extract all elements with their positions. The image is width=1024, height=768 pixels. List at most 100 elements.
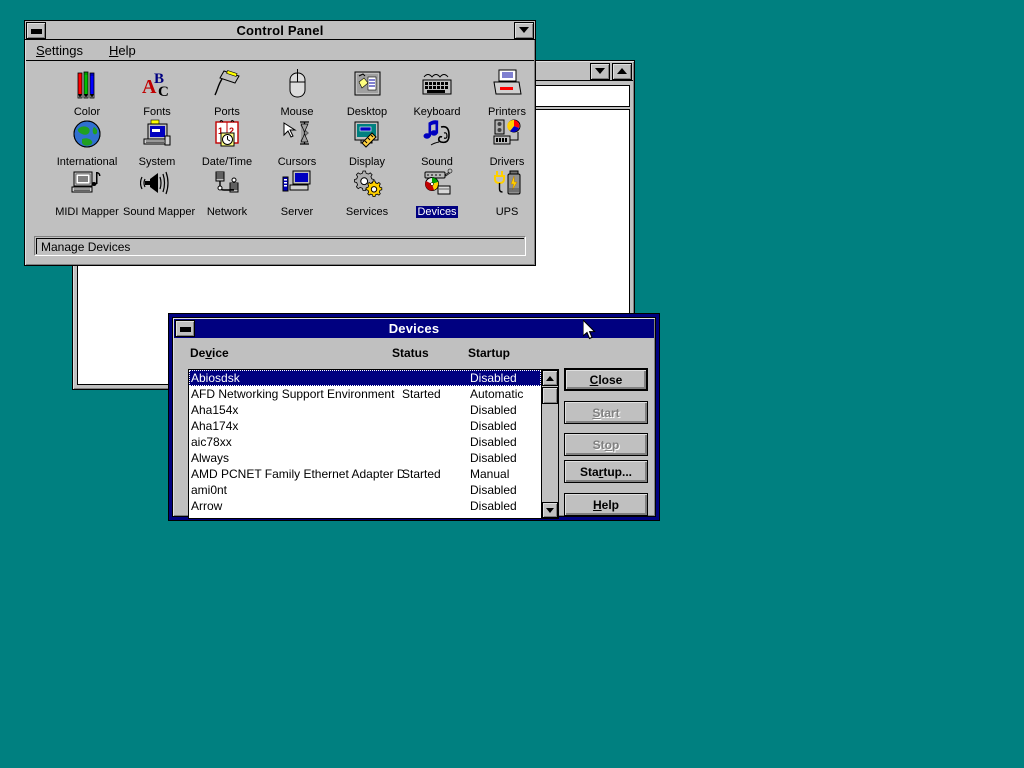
drivers-icon [472, 115, 542, 151]
cp-icon-ports[interactable]: Ports [192, 65, 262, 120]
control-panel-restore-button[interactable] [514, 22, 534, 39]
start-button[interactable]: Start [564, 401, 648, 424]
control-panel-icon-grid: Color A B C Fonts [26, 61, 534, 225]
column-header-device[interactable]: Device [190, 346, 229, 360]
cp-icon-midi-mapper[interactable]: MIDI Mapper [52, 165, 122, 220]
scrollbar-down-button[interactable] [542, 502, 558, 518]
cp-icon-label: Sound Mapper [122, 206, 196, 218]
cp-icon-international[interactable]: International [52, 115, 122, 170]
control-panel-title: Control Panel [47, 21, 513, 40]
device-status-cell: Started [402, 386, 470, 402]
device-status-cell: Started [402, 466, 470, 482]
cp-icon-server[interactable]: Server [262, 165, 332, 220]
ports-connector-icon [192, 65, 262, 101]
display-icon [332, 115, 402, 151]
device-row[interactable]: ami0ntDisabled [189, 482, 541, 498]
sound-mapper-icon [122, 165, 192, 201]
device-startup-cell: Disabled [470, 498, 517, 514]
devices-titlebar[interactable]: Devices [174, 319, 654, 338]
printer-icon [472, 65, 542, 101]
services-gears-icon [332, 165, 402, 201]
calendar-clock-icon: 1 2 [192, 115, 262, 151]
device-startup-cell: Automatic [470, 386, 523, 402]
control-panel-window[interactable]: Control Panel Settings Help [24, 20, 536, 266]
scrollbar-up-button[interactable] [542, 370, 558, 386]
control-panel-status-bar: Manage Devices [34, 236, 526, 256]
device-row[interactable]: aic78xx Disabled [189, 434, 541, 450]
scrollbar-thumb[interactable] [542, 387, 558, 404]
cp-icon-desktop[interactable]: Desktop [332, 65, 402, 120]
mouse-icon [262, 65, 332, 101]
cp-icon-label: Devices [416, 206, 457, 218]
control-panel-menubar[interactable]: Settings Help [26, 41, 534, 61]
device-row[interactable]: AbiosdskDisabled [189, 370, 541, 386]
column-header-status[interactable]: Status [392, 346, 429, 360]
cp-icon-devices[interactable]: Devices [402, 165, 472, 220]
device-row[interactable]: AMD PCNET Family Ethernet Adapter DriveS… [189, 466, 541, 482]
device-row[interactable]: AlwaysDisabled [189, 450, 541, 466]
background-maximize-button[interactable] [612, 63, 632, 80]
cp-icon-label: MIDI Mapper [54, 206, 120, 218]
stop-button[interactable]: Stop [564, 433, 648, 456]
cp-icon-ups[interactable]: UPS [472, 165, 542, 220]
cp-icon-services[interactable]: Services [332, 165, 402, 220]
help-button[interactable]: Help [564, 493, 648, 516]
cp-icon-datetime[interactable]: 1 2 Date/Time [192, 115, 262, 170]
devices-list-rows[interactable]: AbiosdskDisabledAFD Networking Support E… [189, 370, 541, 518]
device-startup-cell: Disabled [470, 370, 517, 386]
menu-settings[interactable]: Settings [34, 42, 85, 59]
devices-system-menu-button[interactable] [175, 320, 195, 337]
cp-icon-keyboard[interactable]: Keyboard [402, 65, 472, 120]
cp-icon-label: Server [280, 206, 314, 218]
cp-icon-sound-mapper[interactable]: Sound Mapper [122, 165, 192, 220]
device-startup-cell: Disabled [470, 418, 517, 434]
device-name-cell: aic78xx [191, 434, 404, 450]
cp-icon-label: Network [206, 206, 248, 218]
cp-icon-system[interactable]: System [122, 115, 192, 170]
keyboard-icon [402, 65, 472, 101]
devices-column-headers: Device Status Startup [174, 346, 654, 364]
device-name-cell: AFD Networking Support Environment [191, 386, 404, 402]
cursors-icon [262, 115, 332, 151]
cp-icon-sound[interactable]: Sound [402, 115, 472, 170]
device-row[interactable]: AFD Networking Support EnvironmentStarte… [189, 386, 541, 402]
sound-ear-icon [402, 115, 472, 151]
cp-icon-label: UPS [495, 206, 520, 218]
devices-dialog[interactable]: Devices Device Status Startup AbiosdskDi… [168, 313, 660, 521]
device-name-cell: AMD PCNET Family Ethernet Adapter Drive [191, 466, 404, 482]
device-row[interactable]: Aha174xDisabled [189, 418, 541, 434]
cp-icon-color[interactable]: Color [52, 65, 122, 120]
background-minimize-button[interactable] [590, 63, 610, 80]
device-startup-cell: Disabled [470, 450, 517, 466]
desktop-icon [332, 65, 402, 101]
cp-icon-display[interactable]: Display [332, 115, 402, 170]
device-name-cell: Arrow [191, 498, 404, 514]
network-icon [192, 165, 262, 201]
device-startup-cell: Disabled [470, 402, 517, 418]
startup-button[interactable]: Startup... [564, 460, 648, 483]
devices-list-scrollbar[interactable] [541, 370, 558, 518]
control-panel-system-menu-button[interactable] [26, 22, 46, 39]
close-button[interactable]: Close [564, 368, 648, 391]
globe-icon [52, 115, 122, 151]
midi-mapper-icon [52, 165, 122, 201]
status-text: Manage Devices [41, 240, 130, 254]
device-name-cell: ami0nt [191, 482, 404, 498]
device-row[interactable]: Arrow Disabled [189, 498, 541, 514]
computer-icon [122, 115, 192, 151]
device-startup-cell: Disabled [470, 434, 517, 450]
cp-icon-printers[interactable]: Printers [472, 65, 542, 120]
device-row[interactable]: Aha154xDisabled [189, 402, 541, 418]
cp-icon-cursors[interactable]: Cursors [262, 115, 332, 170]
menu-help[interactable]: Help [107, 42, 138, 59]
cp-icon-drivers[interactable]: Drivers [472, 115, 542, 170]
cp-icon-network[interactable]: Network [192, 165, 262, 220]
cp-icon-fonts[interactable]: A B C Fonts [122, 65, 192, 120]
server-icon [262, 165, 332, 201]
devices-list[interactable]: AbiosdskDisabledAFD Networking Support E… [188, 369, 559, 519]
cp-icon-mouse[interactable]: Mouse [262, 65, 332, 120]
column-header-startup[interactable]: Startup [468, 346, 510, 360]
cp-icon-label: Services [345, 206, 389, 218]
control-panel-titlebar[interactable]: Control Panel [25, 21, 535, 40]
devices-icon [402, 165, 472, 201]
